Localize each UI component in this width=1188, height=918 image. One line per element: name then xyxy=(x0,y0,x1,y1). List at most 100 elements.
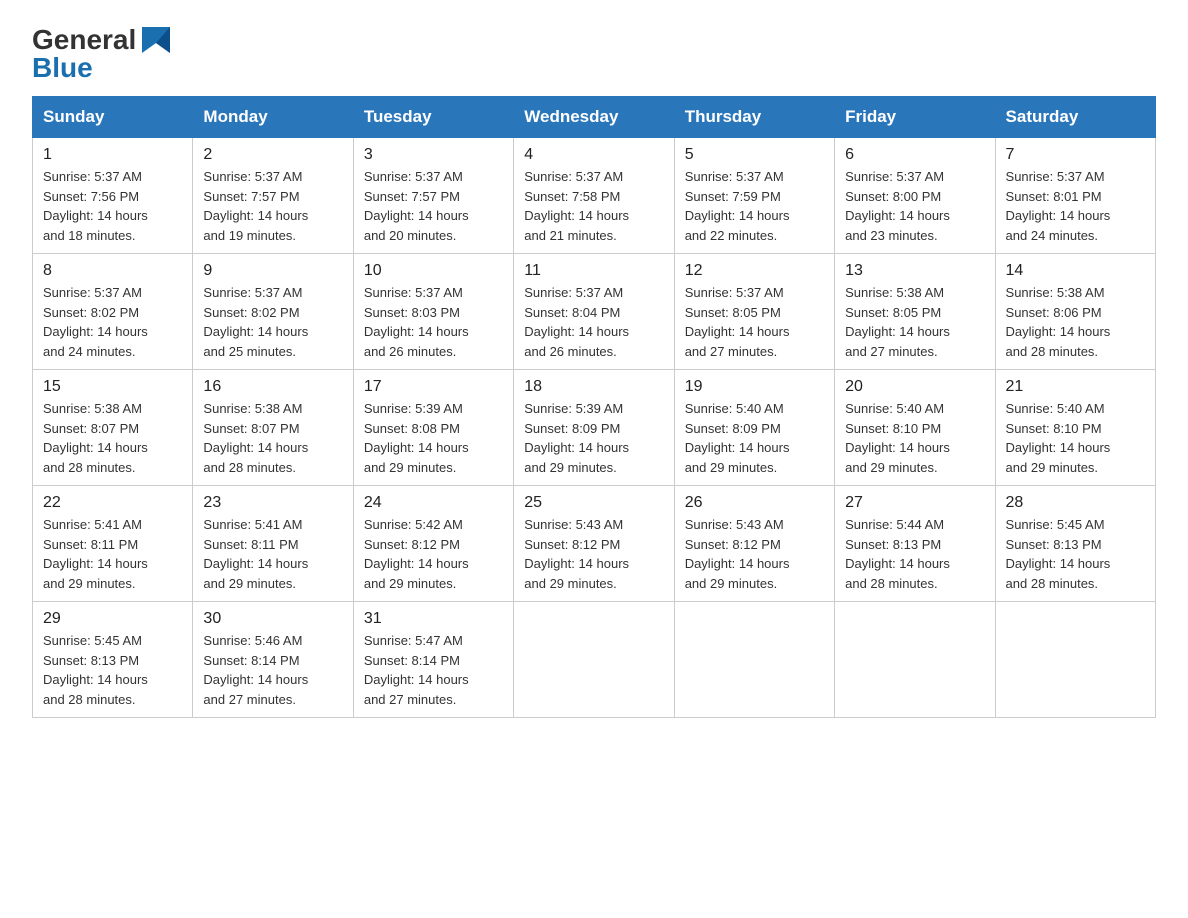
calendar-cell: 24 Sunrise: 5:42 AMSunset: 8:12 PMDaylig… xyxy=(353,486,513,602)
day-info: Sunrise: 5:38 AMSunset: 8:07 PMDaylight:… xyxy=(43,401,148,475)
calendar-cell: 26 Sunrise: 5:43 AMSunset: 8:12 PMDaylig… xyxy=(674,486,834,602)
calendar-cell: 16 Sunrise: 5:38 AMSunset: 8:07 PMDaylig… xyxy=(193,370,353,486)
calendar-cell: 1 Sunrise: 5:37 AMSunset: 7:56 PMDayligh… xyxy=(33,138,193,254)
calendar-cell: 12 Sunrise: 5:37 AMSunset: 8:05 PMDaylig… xyxy=(674,254,834,370)
calendar-cell: 22 Sunrise: 5:41 AMSunset: 8:11 PMDaylig… xyxy=(33,486,193,602)
weekday-header-sunday: Sunday xyxy=(33,97,193,138)
day-number: 25 xyxy=(524,494,663,512)
calendar-cell: 14 Sunrise: 5:38 AMSunset: 8:06 PMDaylig… xyxy=(995,254,1155,370)
day-number: 1 xyxy=(43,146,182,164)
day-info: Sunrise: 5:37 AMSunset: 8:01 PMDaylight:… xyxy=(1006,169,1111,243)
day-number: 11 xyxy=(524,262,663,280)
calendar-cell: 5 Sunrise: 5:37 AMSunset: 7:59 PMDayligh… xyxy=(674,138,834,254)
day-number: 13 xyxy=(845,262,984,280)
calendar-cell: 13 Sunrise: 5:38 AMSunset: 8:05 PMDaylig… xyxy=(835,254,995,370)
day-info: Sunrise: 5:39 AMSunset: 8:08 PMDaylight:… xyxy=(364,401,469,475)
day-info: Sunrise: 5:38 AMSunset: 8:05 PMDaylight:… xyxy=(845,285,950,359)
day-info: Sunrise: 5:37 AMSunset: 8:03 PMDaylight:… xyxy=(364,285,469,359)
day-info: Sunrise: 5:37 AMSunset: 7:58 PMDaylight:… xyxy=(524,169,629,243)
calendar-cell: 17 Sunrise: 5:39 AMSunset: 8:08 PMDaylig… xyxy=(353,370,513,486)
day-number: 14 xyxy=(1006,262,1145,280)
weekday-header-row: SundayMondayTuesdayWednesdayThursdayFrid… xyxy=(33,97,1156,138)
day-number: 18 xyxy=(524,378,663,396)
day-number: 5 xyxy=(685,146,824,164)
day-number: 2 xyxy=(203,146,342,164)
day-info: Sunrise: 5:47 AMSunset: 8:14 PMDaylight:… xyxy=(364,633,469,707)
day-number: 22 xyxy=(43,494,182,512)
day-info: Sunrise: 5:37 AMSunset: 8:05 PMDaylight:… xyxy=(685,285,790,359)
weekday-header-tuesday: Tuesday xyxy=(353,97,513,138)
calendar-cell: 29 Sunrise: 5:45 AMSunset: 8:13 PMDaylig… xyxy=(33,602,193,718)
day-info: Sunrise: 5:41 AMSunset: 8:11 PMDaylight:… xyxy=(203,517,308,591)
calendar-cell: 20 Sunrise: 5:40 AMSunset: 8:10 PMDaylig… xyxy=(835,370,995,486)
calendar-cell: 9 Sunrise: 5:37 AMSunset: 8:02 PMDayligh… xyxy=(193,254,353,370)
weekday-header-friday: Friday xyxy=(835,97,995,138)
calendar-cell xyxy=(674,602,834,718)
calendar-cell: 11 Sunrise: 5:37 AMSunset: 8:04 PMDaylig… xyxy=(514,254,674,370)
day-info: Sunrise: 5:40 AMSunset: 8:09 PMDaylight:… xyxy=(685,401,790,475)
weekday-header-thursday: Thursday xyxy=(674,97,834,138)
day-number: 20 xyxy=(845,378,984,396)
calendar-cell: 2 Sunrise: 5:37 AMSunset: 7:57 PMDayligh… xyxy=(193,138,353,254)
calendar-cell xyxy=(514,602,674,718)
calendar-table: SundayMondayTuesdayWednesdayThursdayFrid… xyxy=(32,96,1156,718)
day-info: Sunrise: 5:40 AMSunset: 8:10 PMDaylight:… xyxy=(1006,401,1111,475)
calendar-cell: 18 Sunrise: 5:39 AMSunset: 8:09 PMDaylig… xyxy=(514,370,674,486)
calendar-cell: 28 Sunrise: 5:45 AMSunset: 8:13 PMDaylig… xyxy=(995,486,1155,602)
day-info: Sunrise: 5:45 AMSunset: 8:13 PMDaylight:… xyxy=(43,633,148,707)
day-number: 30 xyxy=(203,610,342,628)
day-number: 6 xyxy=(845,146,984,164)
calendar-cell: 31 Sunrise: 5:47 AMSunset: 8:14 PMDaylig… xyxy=(353,602,513,718)
calendar-cell: 4 Sunrise: 5:37 AMSunset: 7:58 PMDayligh… xyxy=(514,138,674,254)
day-number: 27 xyxy=(845,494,984,512)
day-number: 28 xyxy=(1006,494,1145,512)
day-number: 16 xyxy=(203,378,342,396)
logo-icon xyxy=(140,27,172,53)
day-info: Sunrise: 5:37 AMSunset: 7:56 PMDaylight:… xyxy=(43,169,148,243)
weekday-header-wednesday: Wednesday xyxy=(514,97,674,138)
day-number: 24 xyxy=(364,494,503,512)
calendar-week-row: 22 Sunrise: 5:41 AMSunset: 8:11 PMDaylig… xyxy=(33,486,1156,602)
day-number: 19 xyxy=(685,378,824,396)
calendar-cell xyxy=(835,602,995,718)
day-number: 17 xyxy=(364,378,503,396)
calendar-cell xyxy=(995,602,1155,718)
day-info: Sunrise: 5:37 AMSunset: 8:02 PMDaylight:… xyxy=(203,285,308,359)
calendar-week-row: 29 Sunrise: 5:45 AMSunset: 8:13 PMDaylig… xyxy=(33,602,1156,718)
day-info: Sunrise: 5:44 AMSunset: 8:13 PMDaylight:… xyxy=(845,517,950,591)
day-number: 23 xyxy=(203,494,342,512)
day-info: Sunrise: 5:37 AMSunset: 7:57 PMDaylight:… xyxy=(203,169,308,243)
calendar-cell: 21 Sunrise: 5:40 AMSunset: 8:10 PMDaylig… xyxy=(995,370,1155,486)
day-number: 29 xyxy=(43,610,182,628)
day-info: Sunrise: 5:46 AMSunset: 8:14 PMDaylight:… xyxy=(203,633,308,707)
day-number: 10 xyxy=(364,262,503,280)
day-number: 4 xyxy=(524,146,663,164)
calendar-cell: 27 Sunrise: 5:44 AMSunset: 8:13 PMDaylig… xyxy=(835,486,995,602)
day-info: Sunrise: 5:39 AMSunset: 8:09 PMDaylight:… xyxy=(524,401,629,475)
day-number: 26 xyxy=(685,494,824,512)
calendar-cell: 10 Sunrise: 5:37 AMSunset: 8:03 PMDaylig… xyxy=(353,254,513,370)
day-number: 9 xyxy=(203,262,342,280)
day-number: 7 xyxy=(1006,146,1145,164)
calendar-week-row: 1 Sunrise: 5:37 AMSunset: 7:56 PMDayligh… xyxy=(33,138,1156,254)
day-info: Sunrise: 5:38 AMSunset: 8:06 PMDaylight:… xyxy=(1006,285,1111,359)
page-header: General Blue xyxy=(32,24,1156,84)
day-number: 15 xyxy=(43,378,182,396)
calendar-cell: 30 Sunrise: 5:46 AMSunset: 8:14 PMDaylig… xyxy=(193,602,353,718)
day-info: Sunrise: 5:41 AMSunset: 8:11 PMDaylight:… xyxy=(43,517,148,591)
logo: General Blue xyxy=(32,24,172,84)
logo-blue-text: Blue xyxy=(32,52,93,84)
day-number: 8 xyxy=(43,262,182,280)
calendar-cell: 15 Sunrise: 5:38 AMSunset: 8:07 PMDaylig… xyxy=(33,370,193,486)
day-number: 3 xyxy=(364,146,503,164)
calendar-cell: 23 Sunrise: 5:41 AMSunset: 8:11 PMDaylig… xyxy=(193,486,353,602)
day-info: Sunrise: 5:45 AMSunset: 8:13 PMDaylight:… xyxy=(1006,517,1111,591)
day-info: Sunrise: 5:43 AMSunset: 8:12 PMDaylight:… xyxy=(685,517,790,591)
calendar-cell: 8 Sunrise: 5:37 AMSunset: 8:02 PMDayligh… xyxy=(33,254,193,370)
weekday-header-saturday: Saturday xyxy=(995,97,1155,138)
day-info: Sunrise: 5:37 AMSunset: 8:00 PMDaylight:… xyxy=(845,169,950,243)
calendar-cell: 3 Sunrise: 5:37 AMSunset: 7:57 PMDayligh… xyxy=(353,138,513,254)
day-number: 21 xyxy=(1006,378,1145,396)
calendar-cell: 19 Sunrise: 5:40 AMSunset: 8:09 PMDaylig… xyxy=(674,370,834,486)
day-info: Sunrise: 5:37 AMSunset: 8:04 PMDaylight:… xyxy=(524,285,629,359)
